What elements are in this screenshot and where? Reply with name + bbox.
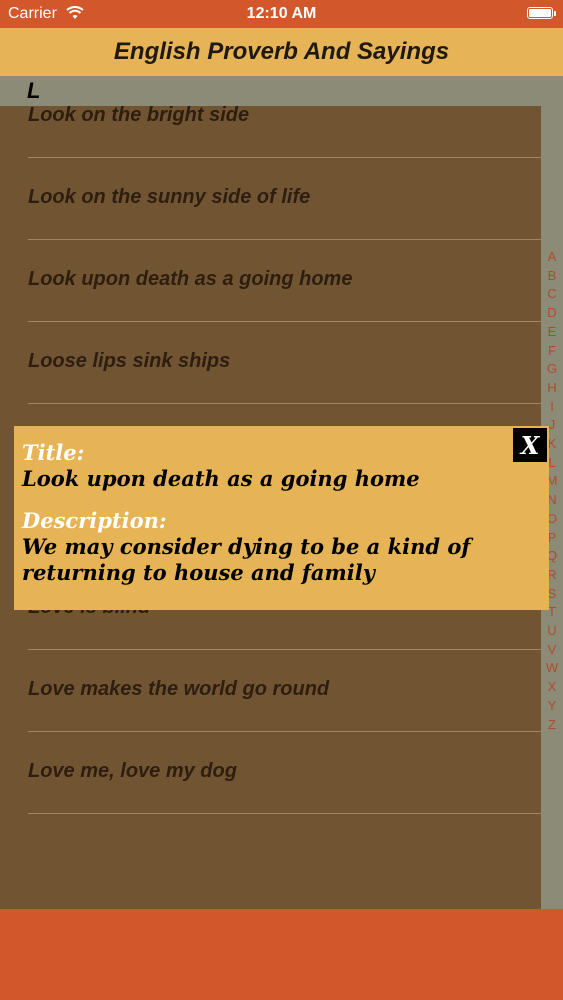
list-item-label: Loose lips sink ships — [28, 350, 231, 372]
bottom-bar — [0, 909, 563, 1000]
list-item-label: Look on the sunny side of life — [28, 186, 311, 208]
index-letter[interactable]: D — [547, 304, 556, 323]
close-button[interactable]: X — [513, 428, 547, 462]
index-letter[interactable]: Z — [548, 716, 556, 735]
index-letter[interactable]: G — [547, 360, 557, 379]
index-letter[interactable]: C — [547, 285, 556, 304]
popup-title-value: Look upon death as a going home — [22, 466, 420, 491]
index-letter[interactable]: L — [548, 454, 555, 473]
detail-popup: Title: Look upon death as a going home D… — [14, 426, 549, 610]
list-item-label: Love me, love my dog — [28, 760, 237, 782]
index-letter[interactable]: V — [548, 641, 557, 660]
popup-description-value: We may consider dying to be a kind of re… — [22, 534, 471, 585]
index-letter[interactable]: U — [547, 622, 556, 641]
index-letter[interactable]: J — [549, 416, 556, 435]
list-item[interactable]: Loose lips sink ships — [0, 322, 541, 404]
clock: 12:10 AM — [246, 5, 317, 22]
list-item-label: Love makes the world go round — [28, 678, 330, 700]
close-icon: X — [520, 430, 540, 460]
index-letter[interactable]: B — [548, 267, 557, 286]
section-header: L — [0, 76, 541, 106]
list-item[interactable]: Look upon death as a going home — [0, 240, 541, 322]
list-item-label: Look upon death as a going home — [28, 268, 353, 290]
row-divider — [28, 813, 541, 814]
battery-icon — [527, 7, 556, 19]
page-title: English Proverb And Sayings — [113, 38, 450, 65]
popup-title-label: Title: — [22, 440, 85, 465]
index-letter[interactable]: H — [547, 379, 556, 398]
index-letter[interactable]: E — [548, 323, 557, 342]
index-letter[interactable]: W — [546, 659, 558, 678]
nav-bar: English Proverb And Sayings — [0, 28, 563, 76]
section-letter: L — [27, 78, 41, 103]
list-item[interactable]: Love me, love my dog — [0, 732, 541, 814]
index-letter[interactable]: T — [548, 603, 556, 622]
list-item-label: Look on the bright side — [28, 104, 250, 126]
index-letter[interactable]: F — [548, 342, 556, 361]
list-item[interactable]: Look on the sunny side of life — [0, 158, 541, 240]
list-item[interactable]: Love makes the world go round — [0, 650, 541, 732]
index-letter[interactable]: A — [548, 248, 557, 267]
status-bar: Carrier 12:10 AM — [0, 0, 563, 28]
index-letter[interactable]: I — [550, 398, 554, 417]
index-letter[interactable]: Y — [548, 697, 557, 716]
index-letter[interactable]: X — [548, 678, 557, 697]
popup-description-label: Description: — [22, 508, 167, 533]
